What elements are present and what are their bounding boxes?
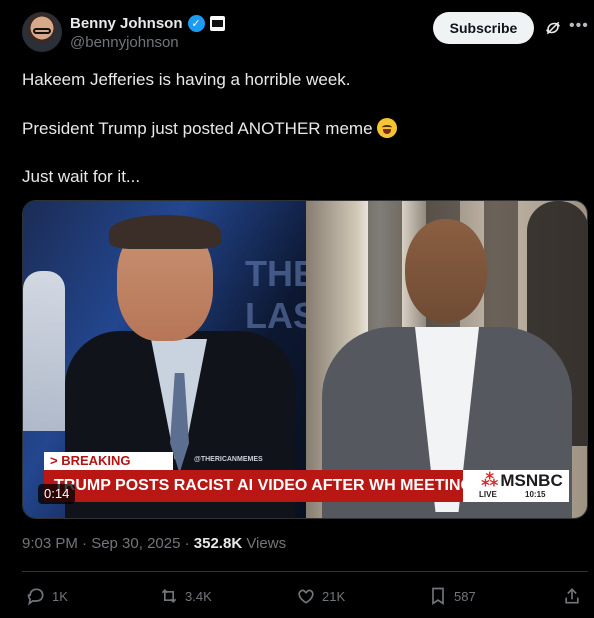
network-bug: ⁂ MSNBC LIVE 10:15 <box>463 470 569 502</box>
views-label: Views <box>242 535 287 552</box>
author-name-row: Benny Johnson ✓ <box>70 13 225 33</box>
repost-count: 3.4K <box>185 588 212 604</box>
subscribe-button[interactable]: Subscribe <box>433 12 534 44</box>
reply-count: 1K <box>52 588 68 604</box>
video-player[interactable]: THE LAS > BREAKING NEWS @THERICANMEMES T… <box>22 200 588 519</box>
action-divider <box>22 571 588 572</box>
tweet-line-3: Just wait for it... <box>22 167 141 186</box>
tweet-actions: 1K 3.4K 21K 587 <box>22 584 588 608</box>
live-time: 10:15 <box>525 490 546 499</box>
share-button[interactable] <box>562 584 582 608</box>
reply-icon <box>27 588 44 606</box>
breaking-news-label: > BREAKING NEWS <box>44 452 173 486</box>
tweet: Benny Johnson ✓ @bennyjohnson Subscribe … <box>0 0 594 618</box>
verified-check-icon: ✓ <box>187 14 205 32</box>
bookmark-icon <box>432 587 444 606</box>
views-count: 352.8K <box>193 535 243 552</box>
capitol-background <box>23 271 65 431</box>
reply-button[interactable]: 1K <box>26 584 68 608</box>
rolling-on-the-floor-laughing-emoji <box>376 118 397 138</box>
like-count: 21K <box>322 588 346 604</box>
grok-icon[interactable] <box>544 19 562 37</box>
more-icon[interactable]: ••• <box>569 17 588 35</box>
tweet-line-2-text: President Trump just posted ANOTHER meme <box>22 119 373 138</box>
tweet-timestamp[interactable]: 9:03 PM · Sep 30, 2025 · <box>22 535 194 552</box>
network-logo: ⁂ MSNBC <box>481 471 563 490</box>
share-icon <box>565 588 579 604</box>
breaking-headline: TRUMP POSTS RACIST AI VIDEO AFTER WH MEE… <box>44 470 548 502</box>
author-handle[interactable]: @bennyjohnson <box>70 34 179 51</box>
like-icon <box>298 589 314 604</box>
bookmark-button[interactable]: 587 <box>428 584 476 608</box>
avatar[interactable] <box>22 12 62 52</box>
repost-icon <box>161 588 177 604</box>
tweet-line-1: Hakeem Jefferies is having a horrible we… <box>22 70 351 89</box>
author-name[interactable]: Benny Johnson <box>70 15 183 32</box>
tweet-metadata: 9:03 PM · Sep 30, 2025 · 352.8K Views <box>22 535 286 552</box>
like-button[interactable]: 21K <box>296 584 345 608</box>
tweet-header: Benny Johnson ✓ @bennyjohnson Subscribe … <box>22 12 594 56</box>
bookmark-count: 587 <box>454 588 476 604</box>
repost-button[interactable]: 3.4K <box>159 584 212 608</box>
affiliate-badge-icon[interactable] <box>209 15 225 31</box>
video-duration: 0:14 <box>38 484 76 504</box>
tweet-line-2: President Trump just posted ANOTHER meme <box>22 118 397 140</box>
live-label: LIVE <box>479 490 497 499</box>
video-source-handle: @THERICANMEMES <box>194 456 263 463</box>
